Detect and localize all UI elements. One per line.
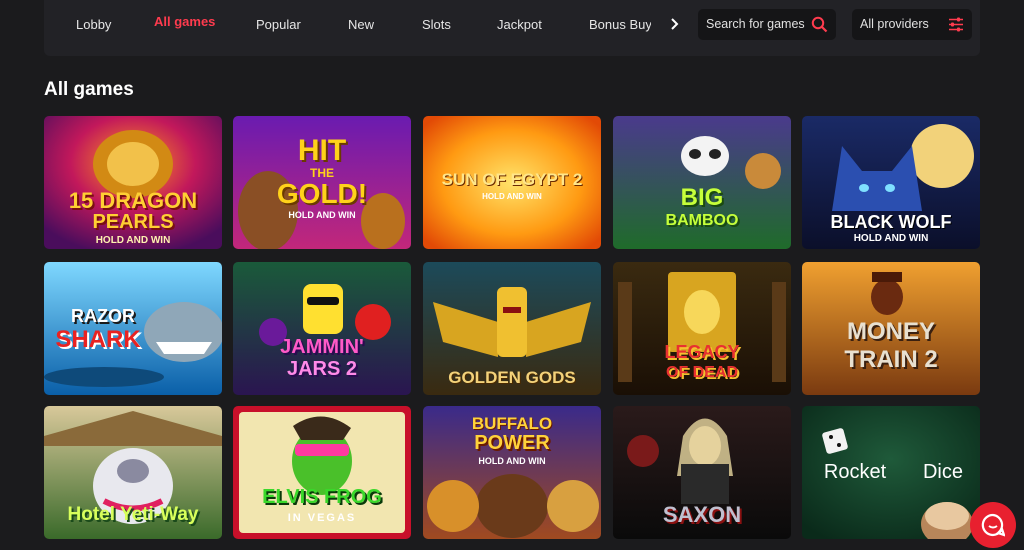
game-title-line: GOLD! bbox=[276, 178, 368, 209]
game-title-line: TRAIN 2 bbox=[844, 346, 938, 373]
game-title-line: PEARLS bbox=[92, 211, 174, 233]
game-subtitle: HOLD AND WIN bbox=[853, 233, 929, 244]
game-tile-15-dragon-pearls[interactable]: 15 DRAGON PEARLS HOLD AND WIN bbox=[44, 116, 222, 249]
game-title-line: ELVIS FROG bbox=[262, 486, 382, 508]
game-tile-buffalo-power[interactable]: BUFFALO POWER HOLD AND WIN bbox=[423, 406, 601, 539]
game-title-line: MONEY bbox=[846, 318, 935, 345]
nav-tab-slots[interactable]: Slots bbox=[422, 0, 451, 50]
nav-tab-popular[interactable]: Popular bbox=[256, 0, 301, 50]
game-tile-big-bamboo[interactable]: BIG BAMBOO bbox=[613, 116, 791, 249]
game-tile-golden-gods[interactable]: GOLDEN GODS bbox=[423, 262, 601, 395]
nav-tab-bonus-buy[interactable]: Bonus Buy bbox=[589, 0, 651, 50]
game-tile-razor-shark[interactable]: RAZOR SHARK bbox=[44, 262, 222, 395]
game-title-line: SUN OF EGYPT 2 bbox=[441, 170, 583, 189]
chevron-right-icon[interactable] bbox=[667, 17, 681, 31]
game-subtitle: IN VEGAS bbox=[287, 512, 357, 524]
nav-tab-new[interactable]: New bbox=[348, 0, 374, 50]
game-tile-sun-of-egypt-2[interactable]: SUN OF EGYPT 2 HOLD AND WIN bbox=[423, 116, 601, 249]
game-title-line: HIT bbox=[297, 134, 347, 167]
game-tile-jammin-jars-2[interactable]: JAMMIN' JARS 2 bbox=[233, 262, 411, 395]
search-placeholder: Search for games bbox=[706, 17, 805, 31]
nav-tab-all-games[interactable]: All games bbox=[154, 0, 215, 50]
game-subtitle: HOLD AND WIN bbox=[95, 235, 171, 246]
filter-icon bbox=[949, 17, 963, 32]
game-title-line: Hotel Yeti-Way bbox=[67, 504, 199, 525]
game-tile-elvis-frog-in-vegas[interactable]: ELVIS FROG IN VEGAS bbox=[233, 406, 411, 539]
game-tile-hotel-yeti-way[interactable]: Hotel Yeti-Way bbox=[44, 406, 222, 539]
game-title-line: SAXON bbox=[662, 502, 742, 527]
top-navigation-bar: Lobby All games Popular New Slots Jackpo… bbox=[44, 0, 980, 56]
game-title-line: BUFFALO bbox=[471, 414, 553, 433]
nav-tab-jackpot[interactable]: Jackpot bbox=[497, 0, 542, 50]
game-title-line: BAMBOO bbox=[665, 212, 739, 229]
game-title-line: LEGACY bbox=[664, 342, 740, 362]
page-title: All games bbox=[44, 79, 134, 100]
game-tile-saxon[interactable]: SAXON bbox=[613, 406, 791, 539]
search-icon bbox=[811, 16, 828, 33]
search-input[interactable]: Search for games bbox=[698, 9, 836, 40]
game-title-line: JAMMIN' bbox=[280, 336, 364, 358]
chat-icon bbox=[981, 513, 1005, 537]
game-tile-black-wolf[interactable]: BLACK WOLF HOLD AND WIN bbox=[802, 116, 980, 249]
game-title-line: GOLDEN GODS bbox=[448, 368, 576, 387]
providers-label: All providers bbox=[860, 17, 929, 31]
game-tile-rocket-dice[interactable]: Rocket Dice bbox=[802, 406, 980, 539]
game-tile-hit-the-gold[interactable]: HIT THE GOLD! HOLD AND WIN bbox=[233, 116, 411, 249]
game-title-line: Dice bbox=[922, 461, 963, 483]
game-subtitle: HOLD AND WIN bbox=[478, 456, 546, 466]
game-title-line: POWER bbox=[474, 432, 550, 454]
chat-button[interactable] bbox=[970, 502, 1016, 548]
providers-filter-button[interactable]: All providers bbox=[852, 9, 972, 40]
game-title-line: BLACK WOLF bbox=[830, 212, 952, 232]
game-tile-legacy-of-dead[interactable]: LEGACY OF DEAD bbox=[613, 262, 791, 395]
game-title-line: JARS 2 bbox=[286, 358, 358, 380]
game-title-line: BIG bbox=[680, 184, 724, 211]
game-title-line: SHARK bbox=[55, 326, 141, 353]
game-title-line: OF DEAD bbox=[666, 364, 738, 381]
game-tile-money-train-2[interactable]: MONEY TRAIN 2 bbox=[802, 262, 980, 395]
game-subtitle: HOLD AND WIN bbox=[482, 192, 542, 201]
nav-tab-lobby[interactable]: Lobby bbox=[76, 0, 111, 50]
game-title-line: RAZOR bbox=[71, 306, 135, 326]
game-subtitle: HOLD AND WIN bbox=[288, 210, 356, 220]
